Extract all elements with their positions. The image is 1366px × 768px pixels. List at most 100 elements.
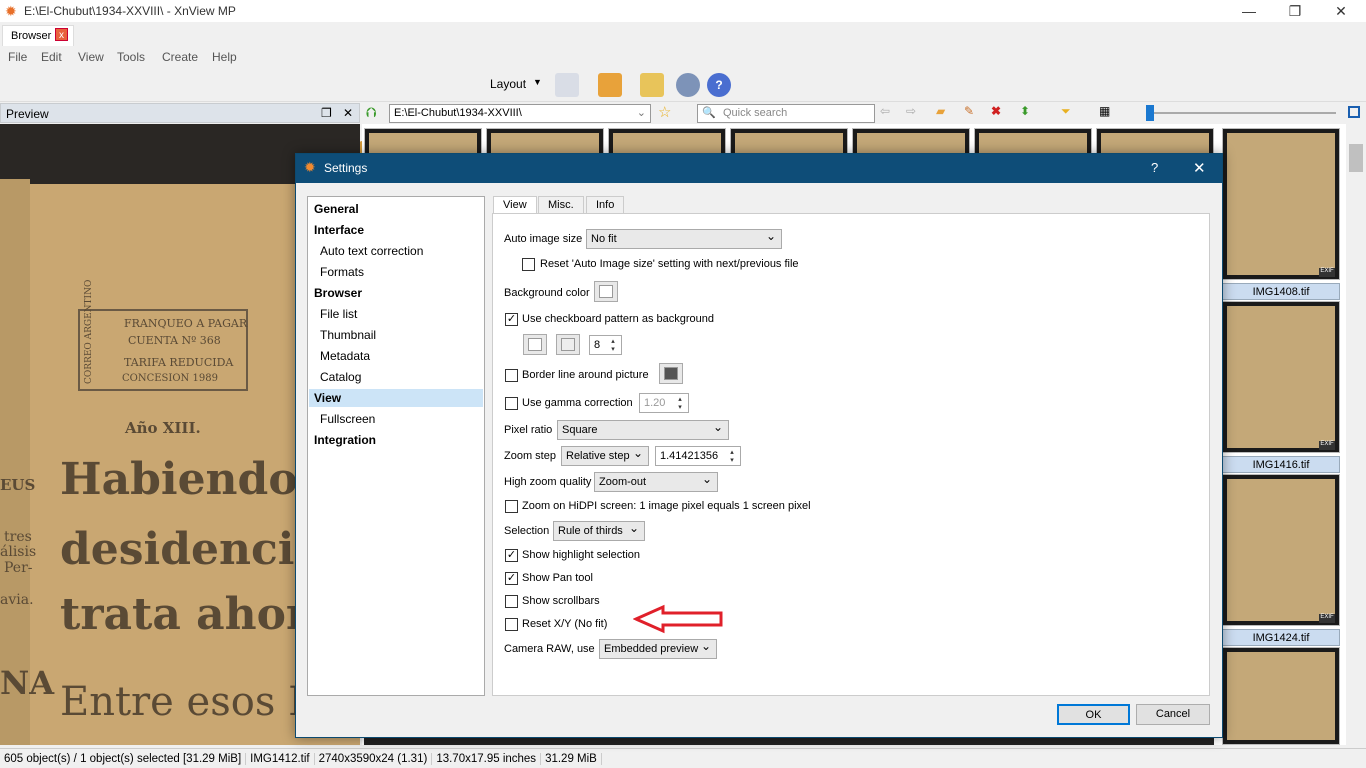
- settings-gear-icon[interactable]: [676, 73, 700, 97]
- close-panel-icon[interactable]: ✕: [343, 106, 353, 120]
- border-line-label: Border line around picture: [522, 369, 649, 381]
- gamma-label: Use gamma correction: [522, 397, 633, 409]
- tab-info[interactable]: Info: [586, 196, 625, 214]
- rename-icon[interactable]: ✎: [964, 104, 974, 118]
- reset-auto-checkbox[interactable]: [522, 258, 535, 271]
- menu-tools[interactable]: Tools: [117, 50, 145, 64]
- bookmark-icon[interactable]: [598, 73, 622, 97]
- menu-help[interactable]: Help: [212, 50, 237, 64]
- path-input[interactable]: E:\El-Chubut\1934-XXVIII\ ⌄: [389, 104, 651, 123]
- view-mode-icon[interactable]: ▦: [1099, 104, 1110, 118]
- newspaper-text: CONCESION 1989: [122, 373, 218, 384]
- settings-nav-item[interactable]: File list: [309, 305, 483, 323]
- cancel-button[interactable]: Cancel: [1136, 704, 1210, 725]
- newspaper-text: FRANQUEO A PAGAR: [124, 317, 248, 330]
- menu-edit[interactable]: Edit: [41, 50, 62, 64]
- compare-icon[interactable]: [555, 73, 579, 97]
- panel-toggle-icon[interactable]: [1348, 106, 1360, 118]
- hidpi-checkbox[interactable]: [505, 500, 518, 513]
- layout-dropdown-icon[interactable]: ▼: [533, 77, 542, 87]
- settings-nav-item[interactable]: Interface: [309, 221, 483, 239]
- filter-icon[interactable]: ⏷: [1061, 104, 1071, 119]
- minimize-button[interactable]: —: [1226, 0, 1272, 22]
- delete-icon[interactable]: ✖: [991, 104, 1001, 118]
- checkboard-size-spinner[interactable]: 8: [589, 335, 622, 355]
- sort-icon[interactable]: ⬍: [1020, 104, 1030, 118]
- checkboard-color2-swatch[interactable]: [556, 334, 580, 355]
- gamma-checkbox[interactable]: [505, 397, 518, 410]
- checkboard-color1-swatch[interactable]: [523, 334, 547, 355]
- thumbnail-label[interactable]: IMG1424.tif: [1222, 629, 1340, 646]
- thumbnail-size-slider[interactable]: [1146, 105, 1336, 121]
- menu-view[interactable]: View: [78, 50, 104, 64]
- gamma-spinner[interactable]: 1.20: [639, 393, 689, 413]
- settings-nav-item[interactable]: Metadata: [309, 347, 483, 365]
- selection-label: Selection: [504, 525, 550, 537]
- thumbnail[interactable]: EXIF: [1222, 128, 1340, 280]
- checkboard-checkbox[interactable]: ✓: [505, 313, 518, 326]
- settings-nav-item[interactable]: Catalog: [309, 368, 483, 386]
- exif-badge: EXIF: [1319, 268, 1335, 277]
- status-print-size: 13.70x17.95 inches: [432, 753, 542, 765]
- border-line-checkbox[interactable]: [505, 369, 518, 382]
- thumbnail-label[interactable]: IMG1416.tif: [1222, 456, 1340, 473]
- settings-nav-item[interactable]: Thumbnail: [309, 326, 483, 344]
- reset-xy-checkbox[interactable]: [505, 618, 518, 631]
- settings-dialog: ✹ Settings ? ✕ General Interface Auto text…: [295, 153, 1223, 738]
- help-icon[interactable]: ?: [707, 73, 731, 97]
- folder-tree-icon[interactable]: [640, 73, 664, 97]
- settings-nav-item[interactable]: View: [309, 389, 483, 407]
- favorites-star-icon[interactable]: ☆: [658, 103, 671, 121]
- window-title: E:\El-Chubut\1934-XXVIII\ - XnView MP: [24, 4, 236, 18]
- main-toolbar: Layout ▼ ?: [0, 68, 1366, 165]
- settings-nav-item[interactable]: Integration: [309, 431, 483, 449]
- border-color-swatch[interactable]: [659, 363, 683, 384]
- settings-nav-item[interactable]: Fullscreen: [309, 410, 483, 428]
- highlight-checkbox[interactable]: ✓: [505, 549, 518, 562]
- preview-title: Preview: [6, 107, 49, 121]
- settings-nav-item[interactable]: Formats: [309, 263, 483, 281]
- scrollbars-label: Show scrollbars: [522, 595, 600, 607]
- dialog-close-button[interactable]: ✕: [1193, 159, 1206, 177]
- thumbnail[interactable]: EXIF: [1222, 301, 1340, 453]
- quick-search-input[interactable]: 🔍 Quick search: [697, 104, 875, 123]
- raw-select[interactable]: Embedded preview: [599, 639, 717, 659]
- zoom-step-select[interactable]: Relative step: [561, 446, 649, 466]
- settings-nav-item[interactable]: General: [309, 200, 483, 218]
- close-button[interactable]: ✕: [1318, 0, 1364, 22]
- chevron-down-icon[interactable]: ⌄: [637, 106, 646, 119]
- settings-nav-item[interactable]: Auto text correction: [309, 242, 483, 260]
- layout-button[interactable]: Layout: [490, 77, 526, 91]
- pixel-ratio-select[interactable]: Square: [557, 420, 729, 440]
- parent-folder-icon[interactable]: ⮉: [366, 104, 377, 121]
- thumbnail-scrollbar[interactable]: [1346, 124, 1366, 745]
- ok-button[interactable]: OK: [1057, 704, 1130, 725]
- auto-image-size-select[interactable]: No fit: [586, 229, 782, 249]
- tab-misc[interactable]: Misc.: [538, 196, 584, 214]
- thumbnail-label[interactable]: IMG1408.tif: [1222, 283, 1340, 300]
- back-icon[interactable]: ⇦: [880, 104, 890, 118]
- float-panel-icon[interactable]: ❐: [321, 106, 332, 120]
- hq-select[interactable]: Zoom-out: [594, 472, 718, 492]
- bg-color-swatch[interactable]: [594, 281, 618, 302]
- status-dimensions: 2740x3590x24 (1.31): [314, 753, 433, 765]
- reset-xy-label: Reset X/Y (No fit): [522, 618, 608, 630]
- tab-close-icon[interactable]: x: [55, 28, 68, 41]
- settings-nav-item[interactable]: Browser: [309, 284, 483, 302]
- scrollbars-checkbox[interactable]: [505, 595, 518, 608]
- forward-icon[interactable]: ⇨: [906, 104, 916, 118]
- pan-tool-checkbox[interactable]: ✓: [505, 572, 518, 585]
- selection-select[interactable]: Rule of thirds: [553, 521, 645, 541]
- maximize-button[interactable]: ❐: [1272, 0, 1318, 22]
- newspaper-text: TARIFA REDUCIDA: [124, 356, 234, 369]
- zoom-step-spinner[interactable]: 1.41421356: [655, 446, 741, 466]
- menu-file[interactable]: File: [8, 50, 27, 64]
- status-filesize: 31.29 MiB: [541, 753, 602, 765]
- newspaper-text: CUENTA Nº 368: [128, 334, 221, 347]
- thumbnail[interactable]: EXIF: [1222, 474, 1340, 626]
- newspaper-text: EUS: [0, 476, 36, 494]
- menu-create[interactable]: Create: [162, 50, 198, 64]
- dialog-help-button[interactable]: ?: [1151, 160, 1158, 175]
- thumbnail[interactable]: [1222, 647, 1340, 745]
- new-folder-icon[interactable]: ▰: [936, 104, 945, 118]
